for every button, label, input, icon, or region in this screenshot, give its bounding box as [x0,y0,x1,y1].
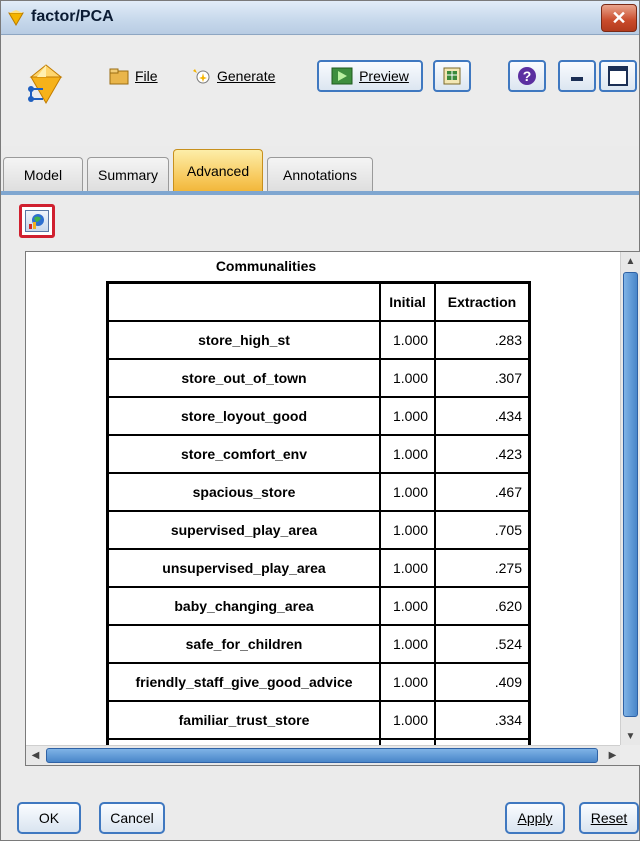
table-title: Communalities [215,258,317,274]
folder-icon [109,68,129,85]
initial-value: 1.000 [380,321,435,359]
initial-value: 1.000 [380,625,435,663]
output-pane[interactable]: Communalities Initial Extraction store_h… [25,251,640,766]
table-row: familiar_trust_store 1.000 .334 [108,701,529,739]
reset-button[interactable]: Reset [579,802,639,834]
generate-menu-label: Generate [217,68,276,84]
maximize-button[interactable] [599,60,637,92]
row-label: friendly_staff_give_good_advice [108,663,380,701]
extraction-value: .334 [435,701,529,739]
tab-summary[interactable]: Summary [87,157,169,191]
header-variable [108,283,380,321]
tab-advanced[interactable]: Advanced [173,149,263,191]
extraction-value: .705 [435,511,529,549]
display-output-button[interactable] [19,204,55,238]
row-label: baby_changing_area [108,587,380,625]
preview-button[interactable]: Preview [317,60,423,92]
table-row: store_out_of_town 1.000 .307 [108,359,529,397]
row-label: spacious_store [108,473,380,511]
row-label: unsupervised_play_area [108,549,380,587]
extraction-value: .275 [435,549,529,587]
row-label: store_high_st [108,321,380,359]
table-header-row: Initial Extraction [108,283,529,321]
scroll-left-arrow-icon[interactable]: ◀ [28,748,43,763]
display-output-inner [25,210,49,232]
extraction-value: .434 [435,397,529,435]
extraction-value: .467 [435,473,529,511]
row-label: familiar_trust_store [108,701,380,739]
generate-menu[interactable]: Generate [191,63,275,89]
vertical-scroll-thumb[interactable] [623,272,638,717]
tab-bar: Model Summary Advanced Annotations [1,149,639,195]
row-label: store_loyout_good [108,397,380,435]
factor-pca-dialog: factor/PCA ✕ File Generate Preview ? Mod… [0,0,640,841]
scroll-down-arrow-icon[interactable]: ▼ [623,729,638,744]
help-icon: ? [518,67,536,85]
initial-value: 1.000 [380,511,435,549]
initial-value: 1.000 [380,549,435,587]
table-row: store_loyout_good 1.000 .434 [108,397,529,435]
export-button[interactable] [433,60,471,92]
generate-sparkle-icon [193,69,210,84]
table-row: baby_changing_area 1.000 .620 [108,587,529,625]
model-nugget-icon [8,10,24,26]
minimize-button[interactable] [558,60,596,92]
table-row: store_high_st 1.000 .283 [108,321,529,359]
extraction-value: .620 [435,587,529,625]
title-bar[interactable]: factor/PCA ✕ [1,1,639,35]
scroll-up-arrow-icon[interactable]: ▲ [623,254,638,269]
preview-label: Preview [359,68,409,84]
table-row: supervised_play_area 1.000 .705 [108,511,529,549]
extraction-value: .307 [435,359,529,397]
extraction-value: .409 [435,663,529,701]
initial-value: 1.000 [380,701,435,739]
extraction-value: .524 [435,625,529,663]
horizontal-scroll-thumb[interactable] [46,748,598,763]
initial-value: 1.000 [380,397,435,435]
minimize-icon [571,77,583,81]
file-menu[interactable]: File [109,63,158,89]
row-label: supervised_play_area [108,511,380,549]
header-initial: Initial [380,283,435,321]
scrollbar-corner [620,745,640,765]
table-row: store_comfort_env 1.000 .423 [108,435,529,473]
vertical-scrollbar[interactable]: ▲ ▼ [620,252,640,746]
row-label: store_out_of_town [108,359,380,397]
row-label: store_comfort_env [108,435,380,473]
tab-model[interactable]: Model [3,157,83,191]
table-row: unsupervised_play_area 1.000 .275 [108,549,529,587]
apply-button[interactable]: Apply [505,802,565,834]
initial-value: 1.000 [380,663,435,701]
close-button[interactable]: ✕ [601,4,637,32]
svg-text:?: ? [523,68,532,84]
export-table-icon [443,67,461,85]
cancel-button[interactable]: Cancel [99,802,165,834]
communalities-table: Initial Extraction store_high_st 1.000 .… [106,281,531,765]
extraction-value: .283 [435,321,529,359]
model-node-icon [28,64,63,105]
help-button[interactable]: ? [508,60,546,92]
toolbar: File Generate Preview ? [1,36,639,146]
window-title: factor/PCA [31,8,114,25]
horizontal-scrollbar[interactable]: ◀ ▶ [26,745,622,765]
initial-value: 1.000 [380,435,435,473]
table-row: friendly_staff_give_good_advice 1.000 .4… [108,663,529,701]
header-extraction: Extraction [435,283,529,321]
table-row: safe_for_children 1.000 .524 [108,625,529,663]
preview-icon [331,67,353,85]
initial-value: 1.000 [380,359,435,397]
tab-annotations[interactable]: Annotations [267,157,373,191]
table-row: spacious_store 1.000 .467 [108,473,529,511]
initial-value: 1.000 [380,587,435,625]
scroll-right-arrow-icon[interactable]: ▶ [605,748,620,763]
row-label: safe_for_children [108,625,380,663]
file-menu-label: File [135,68,158,84]
extraction-value: .423 [435,435,529,473]
globe-chart-icon [29,214,44,229]
ok-button[interactable]: OK [17,802,81,834]
initial-value: 1.000 [380,473,435,511]
maximize-icon [608,66,628,86]
